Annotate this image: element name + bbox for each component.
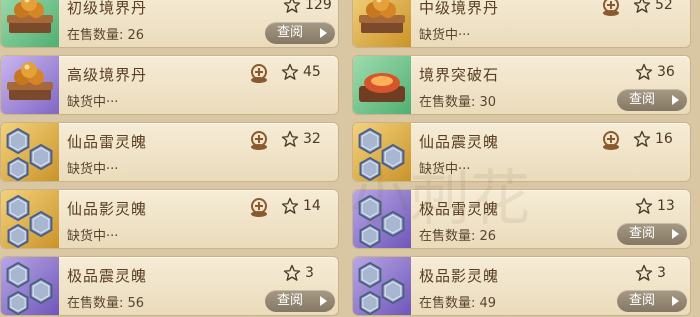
item-stock-status: 在售数量: 30 — [419, 95, 497, 110]
view-button-label: 查阅 — [629, 92, 656, 107]
favorite-count: 14 — [303, 198, 321, 214]
pill-icon — [1, 0, 59, 47]
play-arrow-icon — [320, 296, 327, 306]
item-card[interactable]: 极品影灵魄在售数量: 49 3 查阅 — [352, 256, 691, 316]
item-card[interactable]: 中级境界丹缺货中··· 52 — [352, 0, 691, 48]
item-card[interactable]: 极品震灵魄在售数量: 56 3 查阅 — [0, 256, 339, 316]
item-card[interactable]: 极品雷灵魄在售数量: 26 13 查阅 — [352, 189, 691, 249]
star-icon[interactable] — [283, 264, 301, 282]
item-name: 极品震灵魄 — [67, 267, 148, 285]
favorite-count: 52 — [655, 0, 673, 13]
star-icon[interactable] — [281, 197, 299, 215]
star-icon[interactable] — [635, 63, 653, 81]
item-stock-status: 缺货中··· — [67, 95, 119, 110]
item-stock-status: 缺货中··· — [67, 162, 119, 177]
add-favorite-icon[interactable] — [249, 64, 269, 84]
favorite-count: 36 — [657, 64, 675, 80]
item-stock-status: 在售数量: 56 — [67, 296, 145, 311]
item-name: 极品影灵魄 — [419, 267, 500, 285]
stone-icon — [353, 56, 411, 114]
favorite-count: 3 — [657, 265, 666, 281]
hexagon-crystal-icon — [1, 190, 59, 248]
view-button-label: 查阅 — [629, 226, 656, 241]
item-card[interactable]: 境界突破石在售数量: 30 36 查阅 — [352, 55, 691, 115]
view-button[interactable]: 查阅 — [617, 223, 687, 245]
favorite-count: 45 — [303, 64, 321, 80]
view-button-label: 查阅 — [629, 293, 656, 308]
pill-icon — [353, 0, 411, 47]
favorite-count: 129 — [305, 0, 332, 13]
play-arrow-icon — [672, 95, 679, 105]
star-icon[interactable] — [635, 264, 653, 282]
item-name: 仙品震灵魄 — [419, 133, 500, 151]
pill-icon — [1, 56, 59, 114]
view-button[interactable]: 查阅 — [265, 290, 335, 312]
hexagon-crystal-icon — [353, 257, 411, 315]
play-arrow-icon — [672, 229, 679, 239]
item-card[interactable]: 初级境界丹在售数量: 26 129 查阅 — [0, 0, 339, 48]
view-button[interactable]: 查阅 — [617, 89, 687, 111]
add-favorite-icon[interactable] — [249, 198, 269, 218]
add-favorite-icon[interactable] — [601, 0, 621, 17]
add-favorite-icon[interactable] — [249, 131, 269, 151]
item-card[interactable]: 仙品雷灵魄缺货中··· 32 — [0, 122, 339, 182]
item-card[interactable]: 仙品震灵魄缺货中··· 16 — [352, 122, 691, 182]
favorite-count: 16 — [655, 131, 673, 147]
item-name: 中级境界丹 — [419, 0, 500, 17]
favorite-count: 32 — [303, 131, 321, 147]
view-button-label: 查阅 — [277, 25, 304, 40]
item-card[interactable]: 高级境界丹缺货中··· 45 — [0, 55, 339, 115]
star-icon[interactable] — [283, 0, 301, 14]
item-stock-status: 缺货中··· — [419, 28, 471, 43]
add-favorite-icon[interactable] — [601, 131, 621, 151]
item-stock-status: 缺货中··· — [67, 229, 119, 244]
hexagon-crystal-icon — [353, 123, 411, 181]
view-button-label: 查阅 — [277, 293, 304, 308]
item-stock-status: 在售数量: 49 — [419, 296, 497, 311]
star-icon[interactable] — [281, 63, 299, 81]
item-name: 仙品影灵魄 — [67, 200, 148, 218]
item-stock-status: 缺货中··· — [419, 162, 471, 177]
hexagon-crystal-icon — [1, 123, 59, 181]
star-icon[interactable] — [633, 0, 651, 14]
view-button[interactable]: 查阅 — [265, 22, 335, 44]
item-name: 极品雷灵魄 — [419, 200, 500, 218]
play-arrow-icon — [320, 28, 327, 38]
star-icon[interactable] — [281, 130, 299, 148]
favorite-count: 13 — [657, 198, 675, 214]
item-stock-status: 在售数量: 26 — [419, 229, 497, 244]
star-icon[interactable] — [635, 197, 653, 215]
star-icon[interactable] — [633, 130, 651, 148]
favorite-count: 3 — [305, 265, 314, 281]
item-name: 仙品雷灵魄 — [67, 133, 148, 151]
hexagon-crystal-icon — [353, 190, 411, 248]
hexagon-crystal-icon — [1, 257, 59, 315]
item-stock-status: 在售数量: 26 — [67, 28, 145, 43]
play-arrow-icon — [672, 296, 679, 306]
item-name: 初级境界丹 — [67, 0, 148, 17]
item-card[interactable]: 仙品影灵魄缺货中··· 14 — [0, 189, 339, 249]
item-name: 高级境界丹 — [67, 66, 148, 84]
view-button[interactable]: 查阅 — [617, 290, 687, 312]
item-name: 境界突破石 — [419, 66, 500, 84]
